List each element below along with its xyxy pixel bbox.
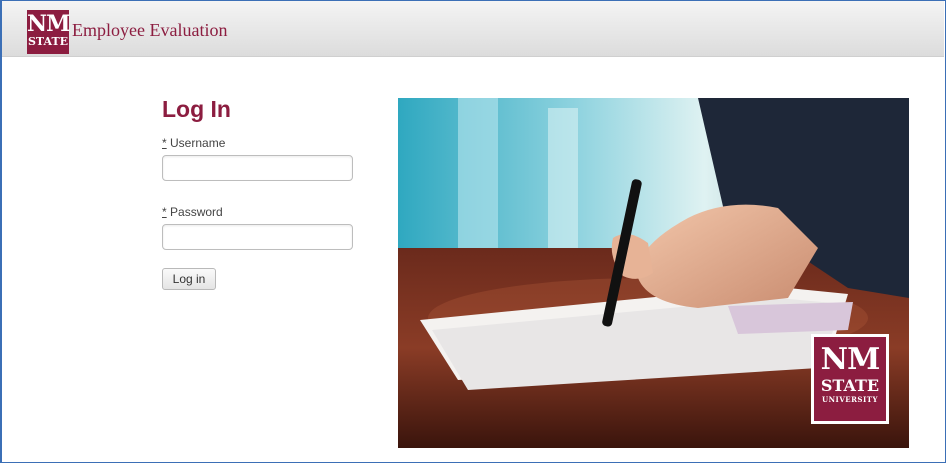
badge-line-2: STATE <box>820 376 880 395</box>
badge-line-1: NM <box>820 342 881 377</box>
username-input[interactable] <box>162 155 353 181</box>
username-label-text: Username <box>170 136 226 150</box>
login-button[interactable]: Log in <box>162 268 216 290</box>
password-input[interactable] <box>162 224 353 250</box>
logo-line-2: STATE <box>27 35 69 48</box>
username-required-mark: * <box>162 136 167 150</box>
hand-signing-document-image: NM STATE UNIVERSITY <box>398 98 909 448</box>
password-label: * Password <box>162 205 362 219</box>
nmsu-badge-logo: NM STATE UNIVERSITY <box>811 334 889 424</box>
username-label: * Username <box>162 136 362 150</box>
login-heading: Log In <box>162 96 231 122</box>
login-form: Log In * Username * Password Log in <box>162 96 362 290</box>
nmsu-logo[interactable]: NM STATE <box>27 10 70 54</box>
logo-line-1: NM <box>27 11 70 37</box>
app-title[interactable]: Employee Evaluation <box>72 20 227 41</box>
app-header: NM STATE Employee Evaluation <box>2 1 944 57</box>
password-label-text: Password <box>170 205 223 219</box>
password-required-mark: * <box>162 205 167 219</box>
badge-line-3: UNIVERSITY <box>822 395 878 404</box>
